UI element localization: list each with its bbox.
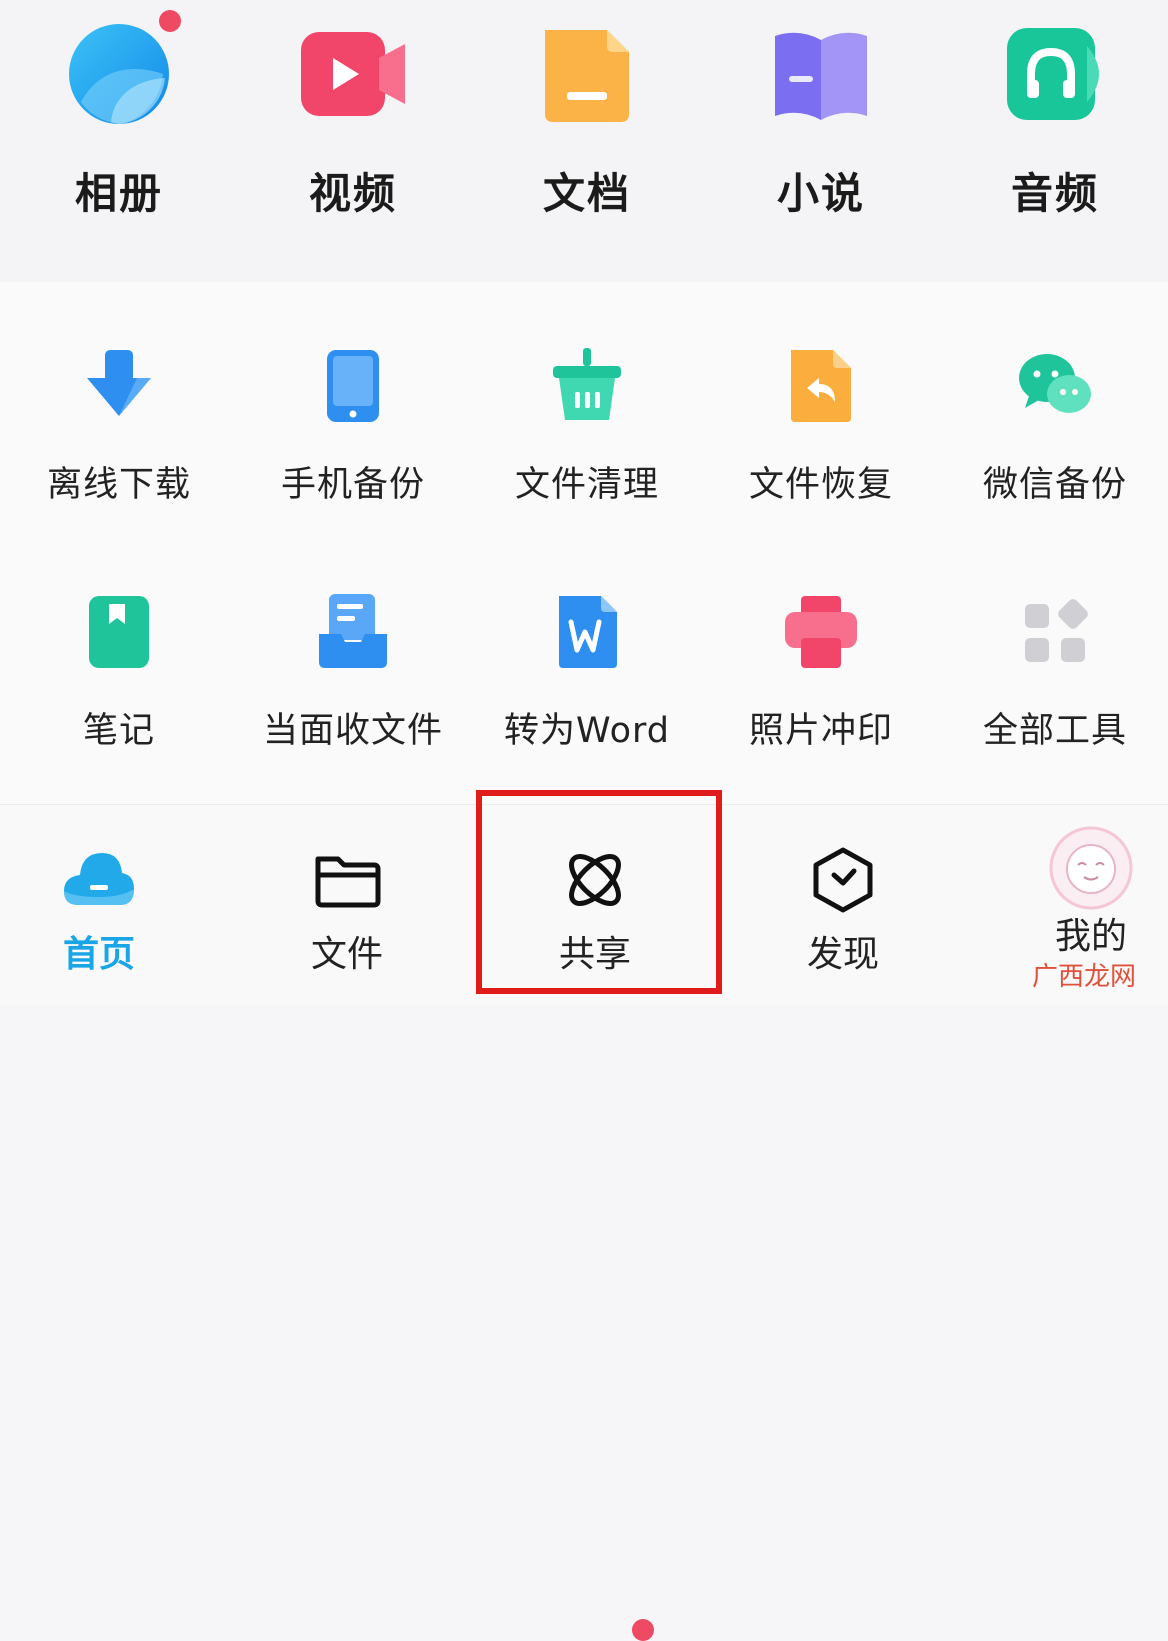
tool-file-cleanup[interactable]: 文件清理	[470, 348, 704, 507]
album-icon	[67, 10, 181, 126]
tool-label: 当面收文件	[262, 711, 443, 751]
category-label: 视频	[308, 169, 397, 218]
tool-wechat-backup[interactable]: 微信备份	[938, 348, 1168, 507]
tab-mine[interactable]: 我的	[976, 825, 1168, 959]
tool-receive-file[interactable]: 当面收文件	[236, 594, 470, 753]
tab-files[interactable]: 文件	[232, 845, 462, 977]
category-video[interactable]: 视频	[236, 22, 470, 221]
discover-hexagon-icon	[808, 845, 878, 915]
category-audio[interactable]: 音频	[938, 22, 1168, 221]
receive-file-icon	[315, 594, 391, 670]
video-icon	[301, 22, 405, 126]
tool-label: 转为Word	[504, 711, 670, 751]
share-tab-highlight-box	[476, 790, 722, 994]
cloud-home-icon	[64, 845, 134, 915]
tool-label: 离线下载	[46, 465, 191, 505]
cleanup-basket-icon	[549, 348, 625, 424]
share-badge-dot	[632, 1619, 654, 1641]
category-label: 文档	[542, 169, 631, 218]
tool-label: 微信备份	[982, 465, 1127, 505]
all-tools-grid-icon	[1017, 594, 1093, 670]
tools-section: 离线下载 手机备份 文件清理 文件恢复 微信备份 笔记 当面收文件 转为Word…	[0, 282, 1168, 804]
download-arrow-icon	[81, 348, 157, 424]
category-label: 音频	[1010, 169, 1099, 218]
user-avatar-icon	[1048, 825, 1134, 911]
tool-all-tools[interactable]: 全部工具	[938, 594, 1168, 753]
watermark: 广西龙网	[1032, 962, 1137, 992]
category-label: 相册	[74, 169, 163, 218]
category-label: 小说	[776, 169, 865, 218]
tab-label: 我的	[1054, 916, 1127, 957]
folder-icon	[312, 845, 382, 915]
category-document[interactable]: 文档	[470, 22, 704, 221]
tool-label: 全部工具	[982, 711, 1127, 751]
word-doc-icon	[549, 594, 625, 670]
tool-label: 照片冲印	[748, 711, 893, 751]
category-novel[interactable]: 小说	[704, 22, 938, 221]
tab-label: 首页	[62, 934, 135, 975]
tool-notes[interactable]: 笔记	[2, 594, 236, 753]
audio-headphone-icon	[1003, 22, 1107, 126]
tool-label: 文件清理	[514, 465, 659, 505]
tab-home[interactable]: 首页	[0, 845, 214, 977]
category-section: 相册 视频 文档 小说 音频	[0, 0, 1168, 282]
tab-label: 文件	[310, 934, 383, 975]
document-icon	[535, 22, 639, 126]
album-badge-dot	[159, 10, 181, 32]
tab-label: 发现	[806, 934, 879, 975]
phone-backup-icon	[315, 348, 391, 424]
category-album[interactable]: 相册	[2, 10, 236, 221]
tab-discover[interactable]: 发现	[728, 845, 958, 977]
photo-print-icon	[783, 594, 859, 670]
tool-convert-word[interactable]: 转为Word	[470, 594, 704, 753]
tool-offline-download[interactable]: 离线下载	[2, 348, 236, 507]
tool-label: 笔记	[82, 711, 155, 751]
note-icon	[81, 594, 157, 670]
novel-book-icon	[769, 22, 873, 126]
wechat-icon	[1017, 348, 1093, 424]
tool-file-restore[interactable]: 文件恢复	[704, 348, 938, 507]
tool-photo-print[interactable]: 照片冲印	[704, 594, 938, 753]
tool-phone-backup[interactable]: 手机备份	[236, 348, 470, 507]
tool-label: 手机备份	[280, 465, 425, 505]
file-restore-icon	[783, 348, 859, 424]
tool-label: 文件恢复	[748, 465, 893, 505]
